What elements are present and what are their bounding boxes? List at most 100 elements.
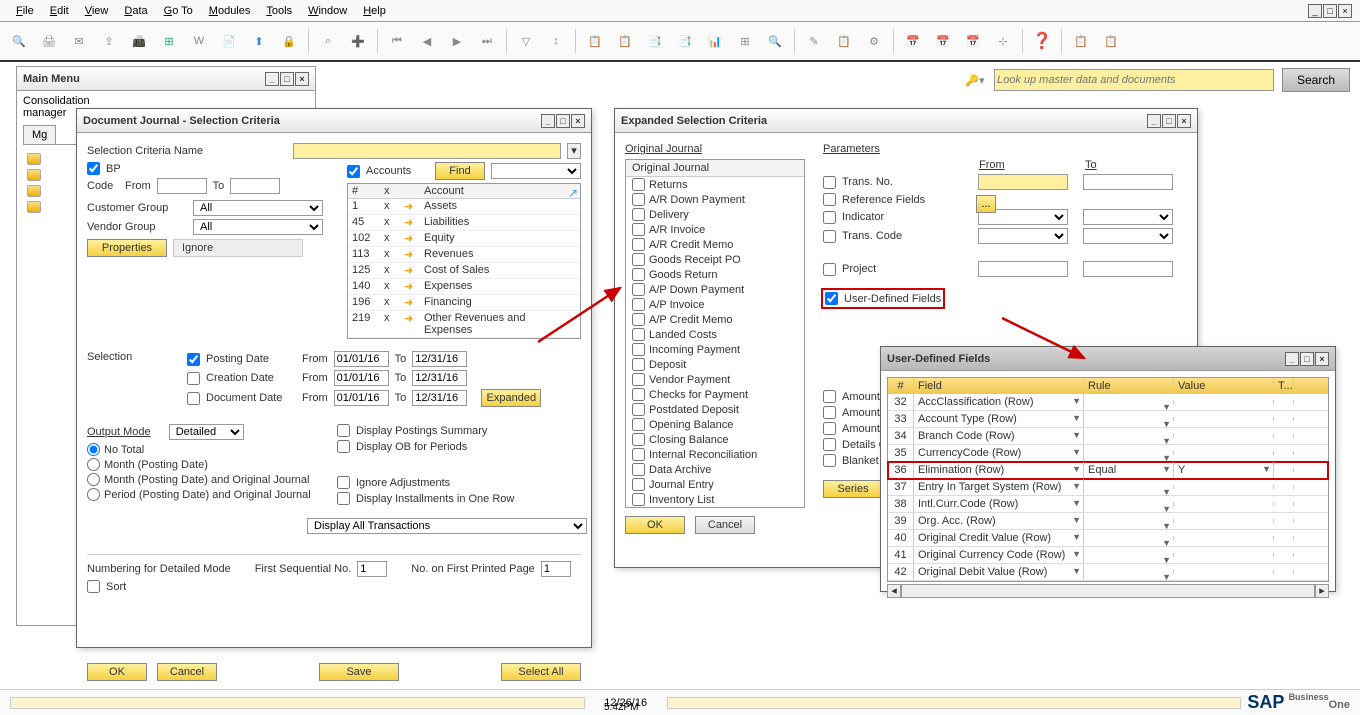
details-chk[interactable] bbox=[823, 438, 836, 451]
branch-icon[interactable]: ⊹ bbox=[992, 30, 1014, 52]
first-icon[interactable]: ⏮ bbox=[386, 30, 408, 52]
udf-restore[interactable]: □ bbox=[1300, 352, 1314, 366]
msg1-icon[interactable]: 📋 bbox=[1070, 30, 1092, 52]
journal-item[interactable]: A/R Credit Memo bbox=[626, 237, 804, 252]
journal-item-chk[interactable] bbox=[632, 253, 645, 266]
param-chk[interactable] bbox=[823, 193, 836, 206]
search-button[interactable]: Search bbox=[1282, 68, 1350, 92]
journal-item-chk[interactable] bbox=[632, 358, 645, 371]
document-date-chk[interactable] bbox=[187, 392, 200, 405]
menu-tools[interactable]: Tools bbox=[258, 3, 300, 19]
master-search-input[interactable] bbox=[994, 69, 1274, 91]
udf-table[interactable]: # Field Rule Value T... 32AccClassificat… bbox=[887, 377, 1329, 582]
journal-item[interactable]: Checks for Payment bbox=[626, 387, 804, 402]
app-close-button[interactable]: × bbox=[1338, 4, 1352, 18]
udf-row[interactable]: 35CurrencyCode (Row)▼▼ bbox=[888, 445, 1328, 462]
sort-icon[interactable]: ↕ bbox=[545, 30, 567, 52]
search-key-icon[interactable]: 🔑▾ bbox=[964, 69, 986, 91]
account-row[interactable]: 1x➜Assets bbox=[348, 199, 580, 215]
udf-row[interactable]: 37Entry In Target System (Row)▼▼ bbox=[888, 479, 1328, 496]
preview-icon[interactable]: 🔍 bbox=[8, 30, 30, 52]
account-row[interactable]: 102x➜Equity bbox=[348, 231, 580, 247]
excel-icon[interactable]: ⊞ bbox=[158, 30, 180, 52]
settings-icon[interactable]: ⚙ bbox=[863, 30, 885, 52]
output-radio[interactable] bbox=[87, 443, 100, 456]
journal-item-chk[interactable] bbox=[632, 478, 645, 491]
prev-icon[interactable]: ◀ bbox=[416, 30, 438, 52]
journal-item[interactable]: Vendor Payment bbox=[626, 372, 804, 387]
journal-item-chk[interactable] bbox=[632, 178, 645, 191]
find-button[interactable]: Find bbox=[435, 162, 485, 180]
menu-help[interactable]: Help bbox=[355, 3, 394, 19]
output-radio[interactable] bbox=[87, 458, 100, 471]
sel-name-dropdown[interactable]: ▾ bbox=[567, 143, 581, 159]
param-chk[interactable] bbox=[823, 211, 836, 224]
sms-icon[interactable]: ⇪ bbox=[98, 30, 120, 52]
document-from-input[interactable] bbox=[334, 390, 389, 406]
posting-from-input[interactable] bbox=[334, 351, 389, 367]
journal-item[interactable]: A/R Invoice bbox=[626, 222, 804, 237]
journal-item[interactable]: Delivery bbox=[626, 207, 804, 222]
doc5-icon[interactable]: 📊 bbox=[704, 30, 726, 52]
blanket-chk[interactable] bbox=[823, 454, 836, 467]
document-to-input[interactable] bbox=[412, 390, 467, 406]
filter-icon[interactable]: ▽ bbox=[515, 30, 537, 52]
display-postings-chk[interactable] bbox=[337, 424, 350, 437]
journal-item[interactable]: Goods Return bbox=[626, 267, 804, 282]
account-row[interactable]: 219x➜Other Revenues and Expenses bbox=[348, 311, 580, 338]
journal-item[interactable]: Opening Balance bbox=[626, 417, 804, 432]
menu-go-to[interactable]: Go To bbox=[156, 3, 201, 19]
journal-item-chk[interactable] bbox=[632, 238, 645, 251]
journal-list[interactable]: Original Journal ReturnsA/R Down Payment… bbox=[625, 159, 805, 508]
main-menu-minimize[interactable]: _ bbox=[265, 72, 279, 86]
journal-item[interactable]: A/P Credit Memo bbox=[626, 312, 804, 327]
doc-journal-minimize[interactable]: _ bbox=[541, 114, 555, 128]
expanded-minimize[interactable]: _ bbox=[1147, 114, 1161, 128]
cal2-icon[interactable]: 📅 bbox=[932, 30, 954, 52]
sort-chk[interactable] bbox=[87, 580, 100, 593]
no-on-first-input[interactable] bbox=[541, 561, 571, 577]
fax-icon[interactable]: 📠 bbox=[128, 30, 150, 52]
journal-item-chk[interactable] bbox=[632, 313, 645, 326]
journal-item-chk[interactable] bbox=[632, 448, 645, 461]
journal-item[interactable]: Inventory List bbox=[626, 492, 804, 507]
posting-to-input[interactable] bbox=[412, 351, 467, 367]
journal-item-chk[interactable] bbox=[632, 343, 645, 356]
add-icon[interactable]: ➕ bbox=[347, 30, 369, 52]
param-from-select[interactable] bbox=[978, 228, 1068, 244]
expanded-button[interactable]: Expanded bbox=[481, 389, 541, 407]
account-row[interactable]: 140x➜Expenses bbox=[348, 279, 580, 295]
journal-item[interactable]: Postdated Deposit bbox=[626, 402, 804, 417]
journal-item[interactable]: Journal Entry bbox=[626, 477, 804, 492]
email-icon[interactable]: ✉ bbox=[68, 30, 90, 52]
journal-item[interactable]: Data Archive bbox=[626, 462, 804, 477]
word-icon[interactable]: W bbox=[188, 30, 210, 52]
udf-row[interactable]: 39Org. Acc. (Row)▼▼ bbox=[888, 513, 1328, 530]
journal-item-chk[interactable] bbox=[632, 433, 645, 446]
journal-item-chk[interactable] bbox=[632, 193, 645, 206]
journal-item-chk[interactable] bbox=[632, 223, 645, 236]
journal-item-chk[interactable] bbox=[632, 388, 645, 401]
udf-chk[interactable] bbox=[825, 292, 838, 305]
app-minimize-button[interactable]: _ bbox=[1308, 4, 1322, 18]
ok-button[interactable]: OK bbox=[87, 663, 147, 681]
cancel-button[interactable]: Cancel bbox=[157, 663, 217, 681]
output-radio[interactable] bbox=[87, 473, 100, 486]
output-radio[interactable] bbox=[87, 488, 100, 501]
param-from-input[interactable] bbox=[978, 174, 1068, 190]
find-select[interactable] bbox=[491, 163, 581, 179]
doc-journal-restore[interactable]: □ bbox=[556, 114, 570, 128]
doc6-icon[interactable]: ⊞ bbox=[734, 30, 756, 52]
journal-item[interactable]: A/P Invoice bbox=[626, 297, 804, 312]
creation-to-input[interactable] bbox=[412, 370, 467, 386]
param-to-input[interactable] bbox=[1083, 174, 1173, 190]
expand-icon[interactable]: ↗ bbox=[568, 186, 578, 200]
account-row[interactable]: 113x➜Revenues bbox=[348, 247, 580, 263]
properties-button[interactable]: Properties bbox=[87, 239, 167, 257]
doc7-icon[interactable]: 🔍 bbox=[764, 30, 786, 52]
scroll-right[interactable]: ▸ bbox=[1315, 584, 1329, 598]
udf-row[interactable]: 38Intl.Curr.Code (Row)▼▼ bbox=[888, 496, 1328, 513]
expanded-ok-button[interactable]: OK bbox=[625, 516, 685, 534]
journal-item[interactable]: Goods Receipt PO bbox=[626, 252, 804, 267]
accounts-checkbox[interactable] bbox=[347, 165, 360, 178]
